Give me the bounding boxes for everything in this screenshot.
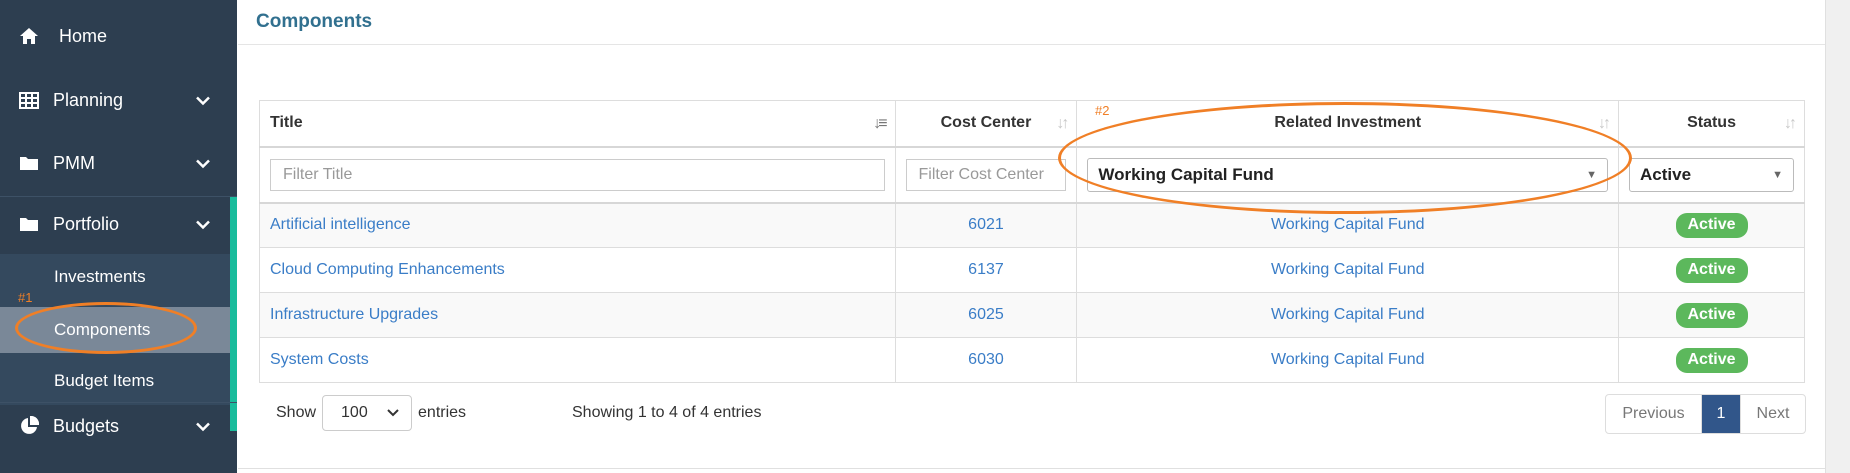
- caret-down-icon: ▼: [1772, 168, 1783, 181]
- column-header-cost-center[interactable]: Cost Center ↓↑: [894, 100, 1078, 148]
- filter-status-select[interactable]: Active ▼: [1629, 157, 1794, 192]
- column-header-status[interactable]: Status ↓↑: [1618, 100, 1805, 148]
- cell-status: Active: [1618, 247, 1805, 293]
- sort-icon: ↓↑: [1784, 115, 1797, 132]
- cell-status: Active: [1618, 292, 1805, 338]
- sidebar-item-planning[interactable]: Planning: [0, 80, 237, 120]
- cell-related-investment[interactable]: Working Capital Fund: [1076, 292, 1620, 338]
- filter-cell-title: [259, 146, 896, 204]
- sidebar-item-label: Portfolio: [53, 213, 120, 234]
- cell-cost-center[interactable]: 6021: [894, 202, 1078, 248]
- sidebar-item-label: Home: [59, 25, 108, 46]
- chevron-down-icon: [195, 90, 211, 111]
- page-title: Components: [256, 11, 373, 32]
- sort-icon: ↓↑: [1056, 115, 1069, 132]
- sidebar-item-budgets[interactable]: Budgets: [0, 406, 237, 446]
- pagination-page-button[interactable]: 1: [1702, 395, 1740, 433]
- sidebar-subitem-budget-items[interactable]: Budget Items: [0, 358, 230, 404]
- pagination-previous-button[interactable]: Previous: [1606, 395, 1702, 433]
- sidebar-divider: [0, 402, 237, 403]
- sidebar-subitem-investments[interactable]: Investments: [0, 254, 230, 300]
- annotation-ring-related-investment: [1058, 102, 1632, 214]
- chevron-down-icon: [195, 153, 211, 174]
- status-badge: Active: [1675, 257, 1748, 283]
- column-header-title[interactable]: Title ↓≡: [259, 100, 896, 148]
- table-row: Cloud Computing Enhancements 6137 Workin…: [259, 247, 1805, 293]
- table-row: Infrastructure Upgrades 6025 Working Cap…: [259, 292, 1805, 338]
- cell-title[interactable]: System Costs: [259, 337, 896, 383]
- cell-cost-center[interactable]: 6025: [894, 292, 1078, 338]
- sidebar-item-portfolio[interactable]: Portfolio: [0, 204, 237, 244]
- cell-title[interactable]: Artificial intelligence: [259, 202, 896, 248]
- title-divider: [238, 44, 1825, 45]
- folder-icon: [19, 214, 45, 234]
- home-icon: [19, 26, 45, 46]
- main-content: Components Title ↓≡ Cost Center ↓↑ Relat…: [238, 0, 1850, 473]
- active-section-indicator: [230, 197, 237, 431]
- folder-icon: [19, 153, 45, 173]
- chevron-down-icon: [195, 214, 211, 235]
- table-icon: [19, 90, 45, 110]
- sidebar-divider: [0, 196, 237, 197]
- sidebar-item-label: Planning: [53, 89, 124, 110]
- table-row: Artificial intelligence 6021 Working Cap…: [259, 202, 1805, 248]
- sidebar-item-label: Budgets: [53, 415, 120, 436]
- sort-icon: ↓↑: [1598, 115, 1611, 132]
- pie-chart-icon: [19, 416, 45, 436]
- table-row: System Costs 6030 Working Capital Fund A…: [259, 337, 1805, 383]
- table-info: Showing 1 to 4 of 4 entries: [572, 404, 762, 421]
- cell-title[interactable]: Infrastructure Upgrades: [259, 292, 896, 338]
- chevron-down-icon: [387, 404, 399, 422]
- annotation-label-2: #2: [1095, 103, 1110, 118]
- content-bottom-divider: [238, 468, 1825, 469]
- chevron-down-icon: [195, 416, 211, 437]
- annotation-ring-components: [15, 302, 197, 354]
- status-badge: Active: [1675, 212, 1748, 238]
- entries-label: entries: [418, 404, 467, 421]
- annotation-label-1: #1: [18, 290, 33, 305]
- filter-cell-cost-center: [894, 146, 1078, 204]
- sidebar-item-label: PMM: [53, 152, 95, 173]
- show-label: Show: [276, 404, 317, 421]
- window-scroll-gutter: [1825, 0, 1850, 473]
- cell-status: Active: [1618, 202, 1805, 248]
- sidebar-item-pmm[interactable]: PMM: [0, 143, 237, 183]
- page-length-select[interactable]: 100: [322, 395, 413, 431]
- cell-title[interactable]: Cloud Computing Enhancements: [259, 247, 896, 293]
- sidebar-item-home[interactable]: Home: [0, 18, 237, 54]
- cell-related-investment[interactable]: Working Capital Fund: [1076, 337, 1620, 383]
- filter-title-input[interactable]: [270, 158, 885, 191]
- cell-cost-center[interactable]: 6030: [894, 337, 1078, 383]
- pagination-next-button[interactable]: Next: [1740, 395, 1805, 433]
- cell-cost-center[interactable]: 6137: [894, 247, 1078, 293]
- cell-related-investment[interactable]: Working Capital Fund: [1076, 247, 1620, 293]
- status-badge: Active: [1675, 347, 1748, 373]
- status-badge: Active: [1675, 302, 1748, 328]
- pagination: Previous 1 Next: [1605, 394, 1806, 434]
- filter-cost-center-input[interactable]: [905, 158, 1067, 191]
- filter-cell-status: Active ▼: [1618, 146, 1805, 204]
- page-length-control: Show 100 entries: [276, 395, 466, 431]
- sidebar: Home Planning PMM Portfolio Investments …: [0, 0, 237, 473]
- sort-ascending-icon: ↓≡: [873, 115, 887, 132]
- cell-status: Active: [1618, 337, 1805, 383]
